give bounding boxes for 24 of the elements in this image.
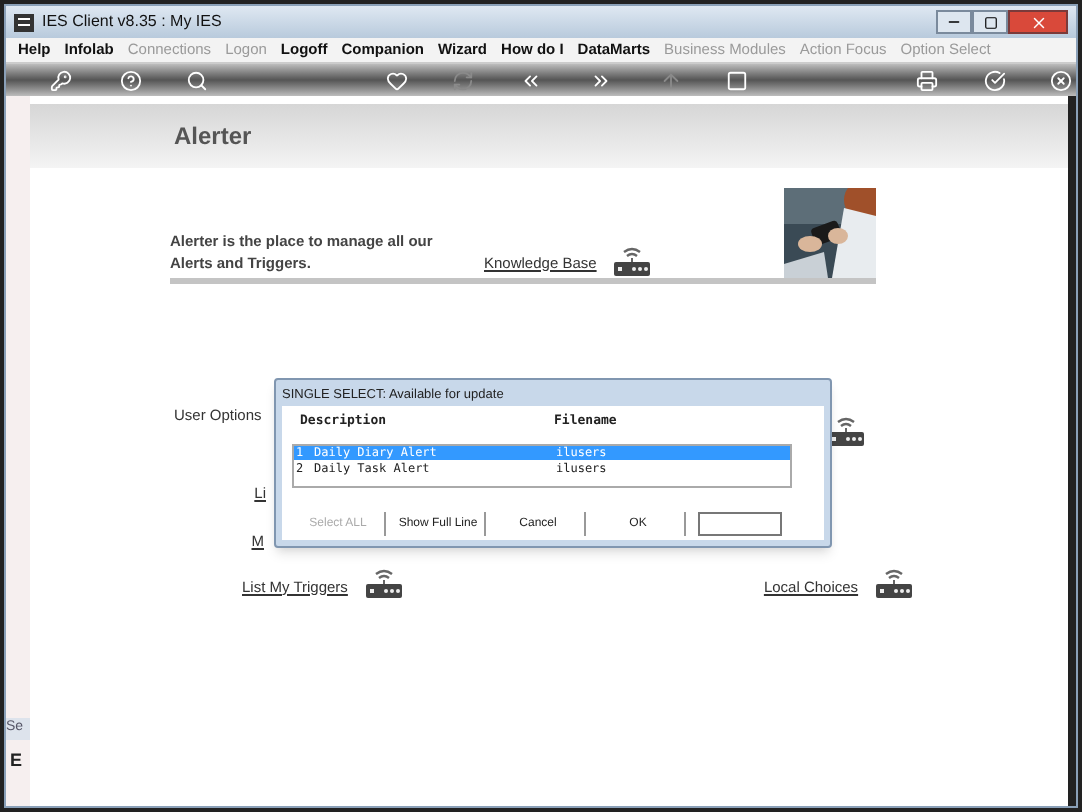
close-button[interactable] (1008, 10, 1068, 34)
heart-icon[interactable] (386, 69, 408, 91)
signal-badge-icon[interactable] (874, 567, 915, 598)
side-panel-key: E (6, 747, 30, 774)
close-icon (1029, 13, 1047, 31)
page-heading: Alerter (174, 120, 252, 154)
help-icon[interactable] (120, 69, 142, 91)
scrollbar[interactable] (1068, 96, 1076, 806)
signal-badge-icon[interactable] (612, 246, 653, 276)
search-icon[interactable] (186, 69, 208, 91)
maximize-icon (983, 15, 997, 29)
minimize-button[interactable] (936, 10, 972, 34)
app-icon (14, 13, 34, 31)
printer-icon[interactable] (916, 69, 938, 91)
signal-badge-icon[interactable] (363, 567, 404, 598)
double-right-icon[interactable] (590, 69, 612, 91)
double-left-icon[interactable] (520, 69, 542, 91)
square-icon[interactable] (726, 69, 748, 91)
maximize-button[interactable] (972, 10, 1008, 34)
key-icon[interactable] (50, 69, 72, 91)
check-icon[interactable] (984, 69, 1006, 91)
close-icon[interactable] (1050, 69, 1072, 91)
input-field[interactable] (698, 512, 782, 536)
window-title: IES Client v8.35 : My IES (42, 10, 222, 34)
